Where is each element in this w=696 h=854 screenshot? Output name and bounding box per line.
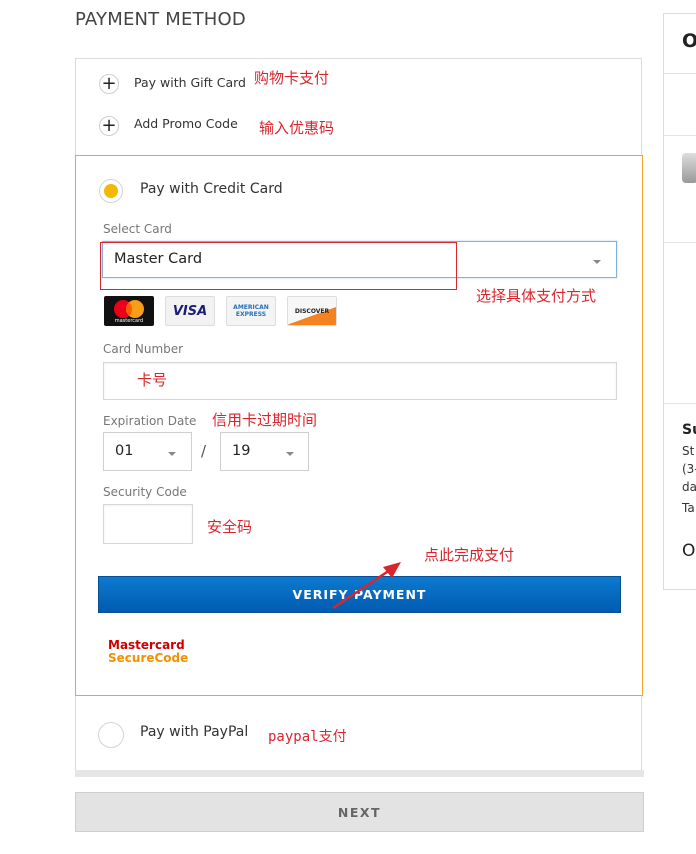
card-number-input[interactable]	[103, 362, 617, 400]
gift-card-annotation: 购物卡支付	[254, 69, 330, 87]
discover-logo-icon: DISCOVER	[287, 296, 337, 326]
select-card-label: Select Card	[103, 222, 172, 236]
summary-line: Ta	[682, 501, 695, 515]
order-summary-heading: O	[682, 30, 696, 52]
security-code-annotation: 安全码	[207, 518, 253, 536]
gift-card-option[interactable]: Pay with Gift Card	[134, 75, 246, 90]
divider	[664, 135, 696, 136]
chevron-down-icon	[286, 452, 294, 456]
credit-card-option-label[interactable]: Pay with Credit Card	[140, 181, 283, 197]
mastercard-logo-icon: mastercard	[104, 296, 154, 326]
expiration-label: Expiration Date	[103, 414, 197, 428]
page-title: PAYMENT METHOD	[75, 9, 246, 30]
plus-icon[interactable]: +	[99, 74, 119, 94]
paypal-radio[interactable]	[98, 722, 124, 748]
discover-logo-text: DISCOVER	[294, 307, 330, 315]
card-number-annotation: 卡号	[137, 371, 168, 389]
order-total-label: O	[682, 541, 696, 561]
divider	[664, 403, 696, 404]
summary-line: da	[682, 480, 696, 494]
summary-line: St	[682, 444, 695, 458]
security-code-label: Security Code	[103, 485, 187, 499]
summary-line: (3-	[682, 462, 696, 476]
amex-logo-line1: AMERICAN	[233, 304, 269, 311]
card-number-label: Card Number	[103, 342, 184, 356]
divider	[664, 73, 696, 74]
securecode-logo-line2: SecureCode	[108, 651, 189, 665]
mastercard-logo-text: mastercard	[114, 317, 144, 324]
expiration-annotation: 信用卡过期时间	[212, 411, 318, 429]
annotation-arrow-icon	[332, 562, 401, 610]
divider	[664, 242, 696, 243]
chevron-down-icon	[593, 260, 601, 264]
exp-year-value: 19	[232, 443, 251, 459]
plus-icon[interactable]: +	[99, 116, 119, 136]
visa-logo-text: VISA	[172, 303, 208, 319]
paypal-option-label[interactable]: Pay with PayPal	[140, 724, 248, 740]
summary-heading: Su	[682, 422, 696, 438]
paypal-annotation: paypal支付	[268, 729, 347, 745]
promo-annotation: 输入优惠码	[259, 119, 335, 137]
mastercard-circles-icon	[114, 299, 144, 318]
amex-logo-line2: EXPRESS	[235, 311, 267, 318]
security-code-input[interactable]	[103, 504, 193, 544]
annotation-highlight-box	[100, 242, 457, 290]
visa-logo-icon: VISA	[165, 296, 215, 326]
panel-divider	[75, 770, 644, 777]
exp-separator: /	[201, 442, 207, 460]
select-card-annotation: 选择具体支付方式	[476, 287, 597, 305]
amex-logo-icon: AMERICAN EXPRESS	[226, 296, 276, 326]
exp-month-value: 01	[115, 443, 134, 459]
chevron-down-icon	[168, 452, 176, 456]
verify-annotation: 点此完成支付	[424, 546, 515, 564]
next-button[interactable]: NEXT	[75, 792, 644, 832]
radio-selected-dot	[104, 184, 118, 198]
credit-card-radio[interactable]	[99, 179, 123, 203]
promo-code-option[interactable]: Add Promo Code	[134, 116, 238, 131]
product-thumbnail	[682, 153, 696, 183]
